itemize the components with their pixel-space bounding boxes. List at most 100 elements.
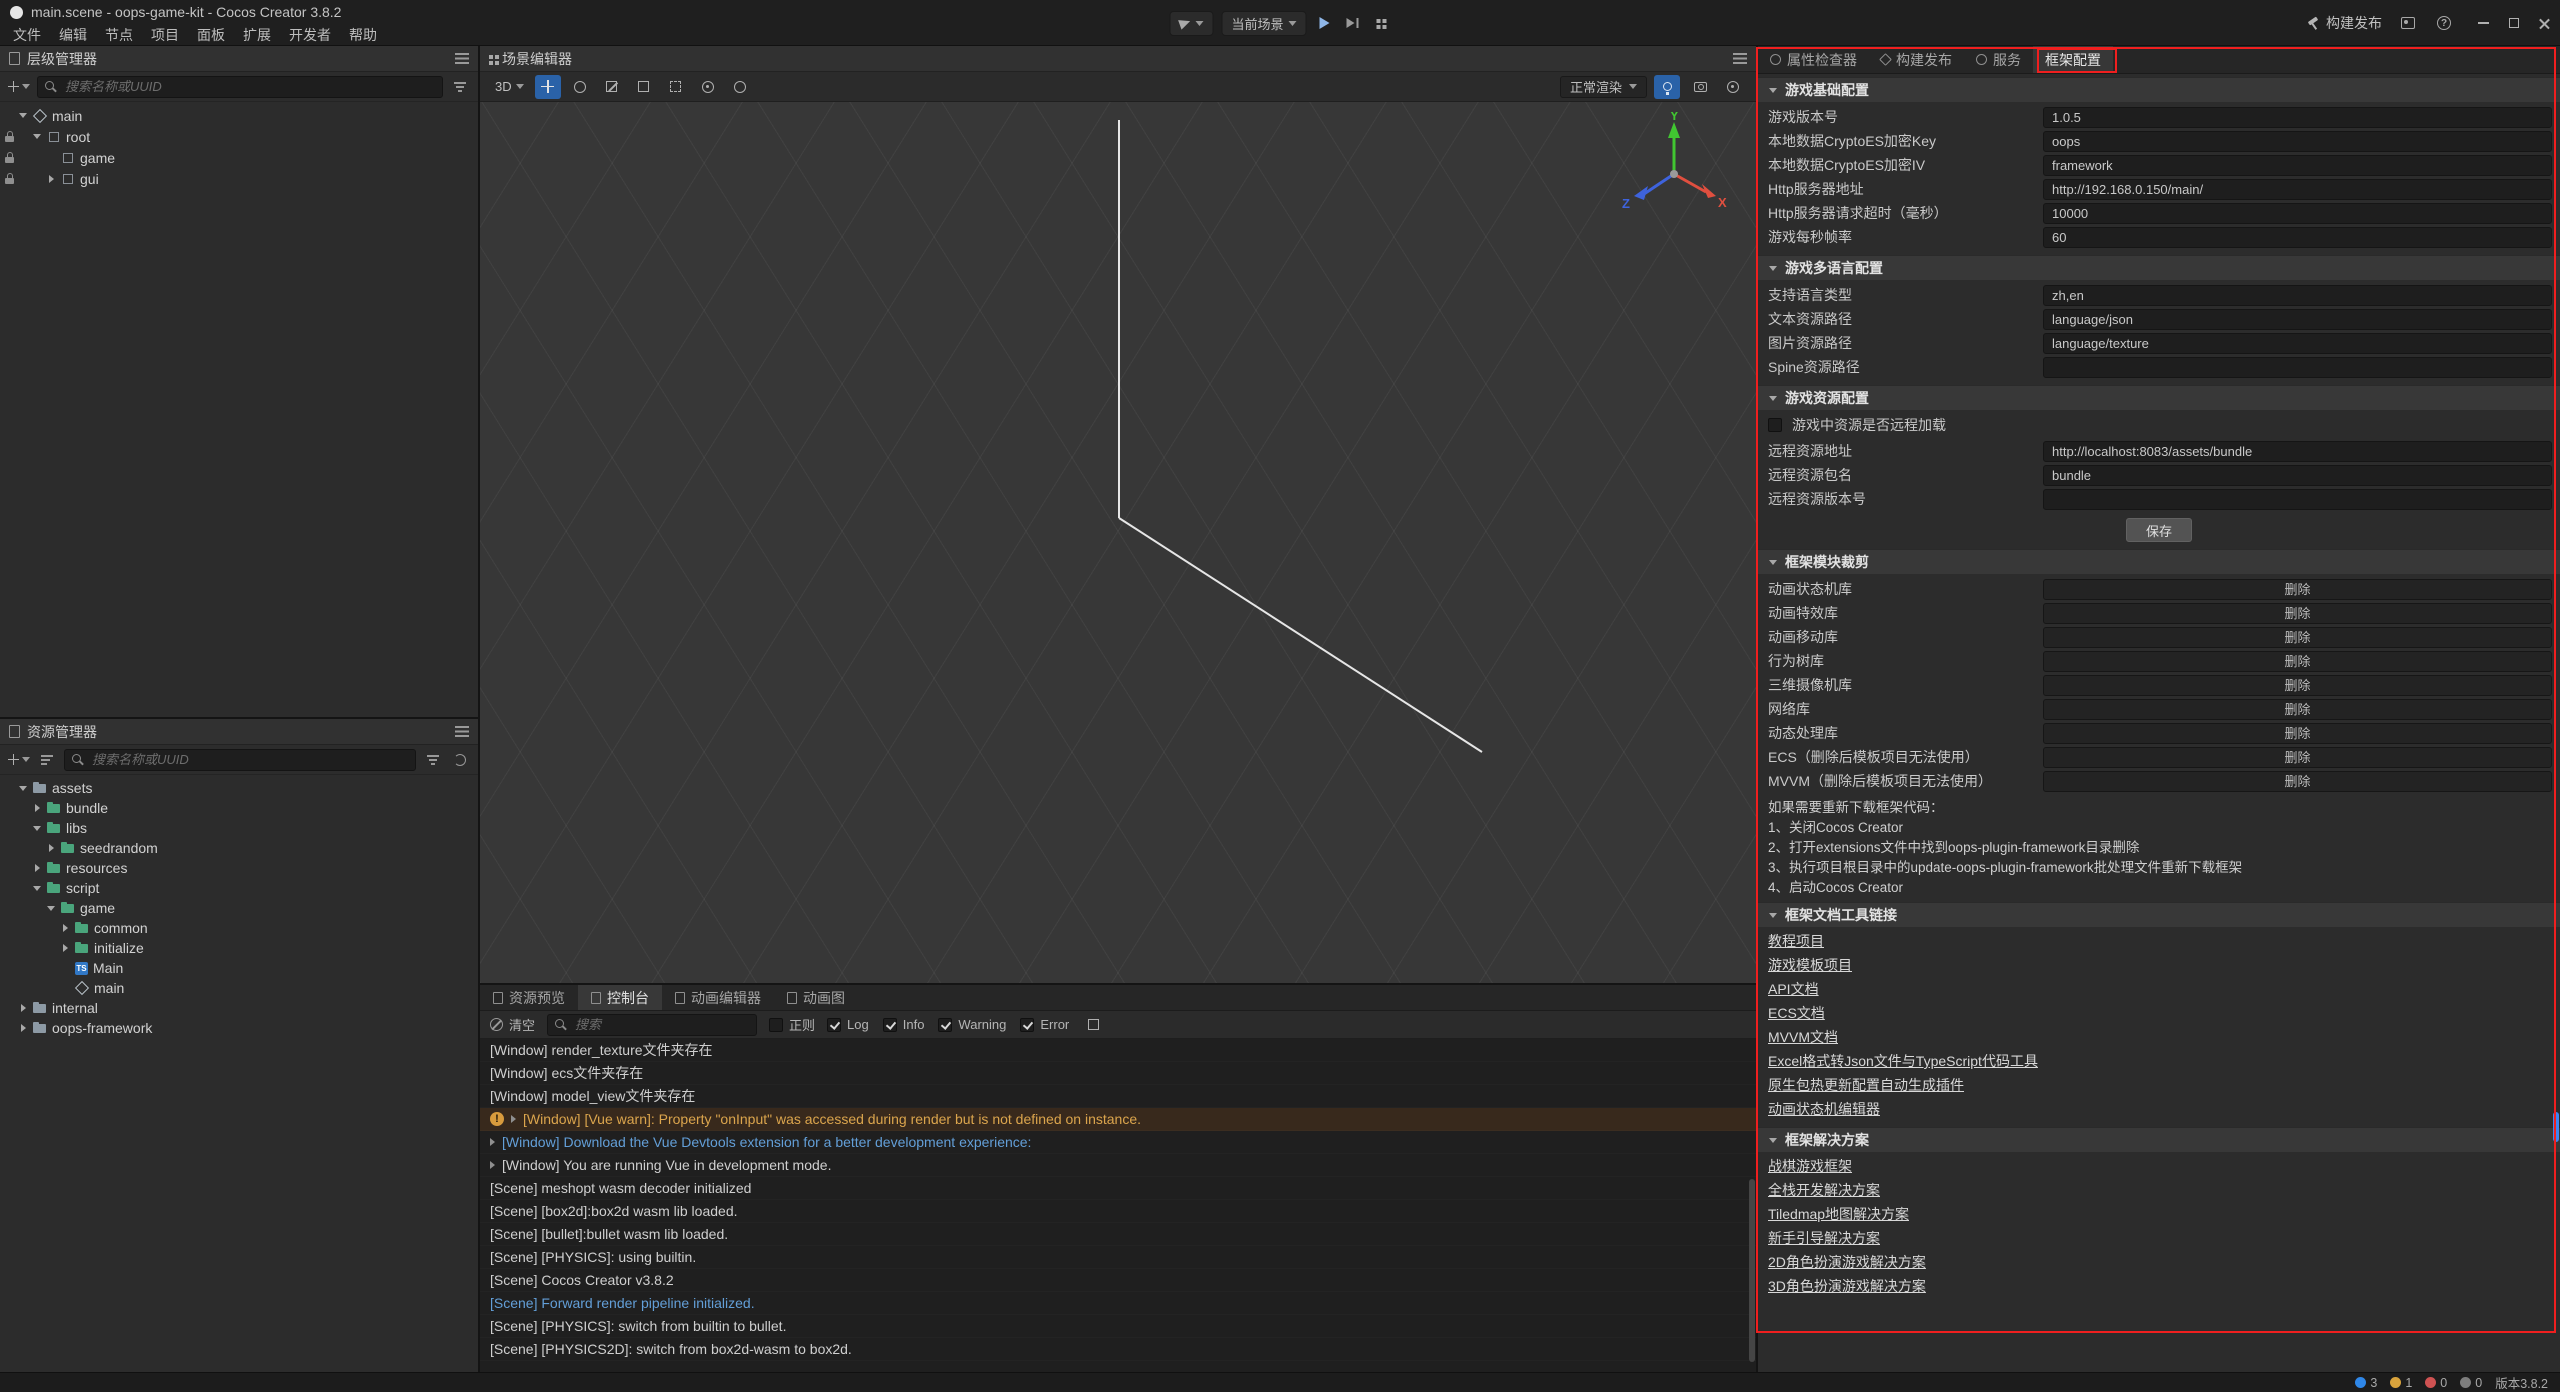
layout-button[interactable] (1371, 12, 1391, 34)
doc-link[interactable]: 游戏模板项目 (1768, 953, 1852, 977)
log-row[interactable]: [Window] Download the Vue Devtools exten… (480, 1131, 1756, 1154)
sort-assets-button[interactable] (37, 749, 57, 771)
expand-arrow-icon[interactable] (32, 134, 42, 139)
property-input[interactable]: language/texture (2043, 333, 2552, 354)
lighting-toggle-button[interactable] (1654, 75, 1680, 99)
expand-arrow-icon[interactable] (46, 906, 56, 911)
doc-link[interactable]: API文档 (1768, 977, 1819, 1001)
tree-row[interactable]: seedrandom (0, 838, 478, 858)
tree-row[interactable]: game (0, 147, 478, 168)
create-node-button[interactable] (8, 76, 30, 98)
scene-selector[interactable]: 当前场景 (1221, 11, 1306, 36)
console-scrollbar-thumb[interactable] (1749, 1179, 1755, 1362)
delete-button[interactable]: 删除 (2043, 771, 2552, 792)
property-input[interactable]: bundle (2043, 465, 2552, 486)
log-row[interactable]: [Scene] [PHYSICS]: using builtin. (480, 1246, 1756, 1269)
collapse-logs-button[interactable] (1083, 1014, 1103, 1036)
section-header[interactable]: 框架模块裁剪 (1758, 549, 2560, 574)
menu-item[interactable]: 文件 (4, 25, 50, 45)
solution-link[interactable]: 战棋游戏框架 (1768, 1154, 1852, 1178)
tree-row[interactable]: bundle (0, 798, 478, 818)
regex-toggle[interactable]: 正则 (769, 1015, 815, 1034)
inspector-tab[interactable]: 框架配置 (2033, 46, 2113, 73)
property-input[interactable]: framework (2043, 155, 2552, 176)
expand-arrow-icon[interactable] (490, 1161, 495, 1169)
expand-arrow-icon[interactable] (32, 886, 42, 891)
log-row[interactable]: [Window] ecs文件夹存在 (480, 1062, 1756, 1085)
tree-row[interactable]: assets (0, 778, 478, 798)
expand-arrow-icon[interactable] (46, 175, 56, 183)
tree-row[interactable]: oops-framework (0, 1018, 478, 1038)
property-input[interactable]: zh,en (2043, 285, 2552, 306)
bottom-tab[interactable]: 资源预览 (480, 985, 578, 1010)
step-button[interactable] (1343, 12, 1363, 34)
property-input[interactable]: http://192.168.0.150/main/ (2043, 179, 2552, 200)
doc-link[interactable]: MVVM文档 (1768, 1025, 1838, 1049)
log-filter[interactable]: Error (1020, 1017, 1069, 1032)
tree-row[interactable]: root (0, 126, 478, 147)
section-header[interactable]: 游戏基础配置 (1758, 77, 2560, 102)
notice-count-badge[interactable]: 0 (2460, 1376, 2482, 1390)
tree-row[interactable]: common (0, 918, 478, 938)
inspector-tab[interactable]: 属性检查器 (1758, 46, 1869, 73)
menu-item[interactable]: 项目 (142, 25, 188, 45)
expand-arrow-icon[interactable] (32, 826, 42, 831)
expand-arrow-icon[interactable] (18, 786, 28, 791)
build-publish-button[interactable]: 构建发布 (2307, 13, 2382, 33)
log-row[interactable]: [Window] model_view文件夹存在 (480, 1085, 1756, 1108)
log-filter[interactable]: Log (827, 1017, 869, 1032)
bottom-tab[interactable]: 动画编辑器 (662, 985, 774, 1010)
menu-item[interactable]: 扩展 (234, 25, 280, 45)
expand-arrow-icon[interactable] (511, 1115, 516, 1123)
filter-checkbox[interactable] (938, 1018, 952, 1032)
doc-link[interactable]: ECS文档 (1768, 1001, 1825, 1025)
log-filter[interactable]: Warning (938, 1017, 1006, 1032)
property-input[interactable]: oops (2043, 131, 2552, 152)
doc-link[interactable]: Excel格式转Json文件与TypeScript代码工具 (1768, 1049, 2038, 1073)
log-filter[interactable]: Info (883, 1017, 925, 1032)
menu-item[interactable]: 编辑 (50, 25, 96, 45)
assets-search-input[interactable] (90, 751, 408, 768)
assets-search[interactable] (64, 749, 416, 771)
render-mode-select[interactable]: 正常渲染 (1560, 76, 1647, 98)
expand-arrow-icon[interactable] (32, 864, 42, 872)
delete-button[interactable]: 删除 (2043, 723, 2552, 744)
solution-link[interactable]: 3D角色扮演游戏解决方案 (1768, 1274, 1926, 1298)
delete-button[interactable]: 删除 (2043, 651, 2552, 672)
tree-row[interactable]: resources (0, 858, 478, 878)
refresh-assets-button[interactable] (450, 749, 470, 771)
property-input[interactable]: 60 (2043, 227, 2552, 248)
property-input[interactable] (2043, 489, 2552, 510)
panel-menu-icon[interactable] (1733, 53, 1747, 64)
section-header[interactable]: 框架解决方案 (1758, 1127, 2560, 1152)
section-header[interactable]: 游戏多语言配置 (1758, 255, 2560, 280)
log-row[interactable]: [Scene] Forward render pipeline initiali… (480, 1292, 1756, 1315)
hierarchy-search[interactable] (37, 76, 443, 98)
tree-row[interactable]: main (0, 978, 478, 998)
remote-load-checkbox[interactable] (1768, 418, 1782, 432)
tree-row[interactable]: initialize (0, 938, 478, 958)
axis-gizmo[interactable]: Y X Z (1614, 112, 1734, 232)
menu-item[interactable]: 面板 (188, 25, 234, 45)
log-row[interactable]: [Scene] meshopt wasm decoder initialized (480, 1177, 1756, 1200)
clear-console-button[interactable]: 清空 (490, 1015, 535, 1034)
doc-link[interactable]: 动画状态机编辑器 (1768, 1097, 1880, 1121)
preview-browser-button[interactable] (2398, 12, 2418, 34)
tree-row[interactable]: script (0, 878, 478, 898)
play-button[interactable] (1315, 12, 1335, 34)
delete-button[interactable]: 删除 (2043, 675, 2552, 696)
regex-checkbox[interactable] (769, 1018, 783, 1032)
solution-link[interactable]: Tiledmap地图解决方案 (1768, 1202, 1909, 1226)
inspector-tab[interactable]: 构建发布 (1869, 46, 1964, 73)
log-row[interactable]: [Window] You are running Vue in developm… (480, 1154, 1756, 1177)
log-row[interactable]: [Scene] [box2d]:box2d wasm lib loaded. (480, 1200, 1756, 1223)
property-input[interactable]: 10000 (2043, 203, 2552, 224)
solution-link[interactable]: 新手引导解决方案 (1768, 1226, 1880, 1250)
section-header[interactable]: 框架文档工具链接 (1758, 902, 2560, 927)
inspector-scrollbar-thumb[interactable] (2553, 1112, 2559, 1142)
delete-button[interactable]: 删除 (2043, 579, 2552, 600)
rotate-tool-button[interactable] (567, 75, 593, 99)
tree-row[interactable]: Main (0, 958, 478, 978)
help-button[interactable] (2434, 12, 2454, 34)
bottom-tab[interactable]: 动画图 (774, 985, 858, 1010)
